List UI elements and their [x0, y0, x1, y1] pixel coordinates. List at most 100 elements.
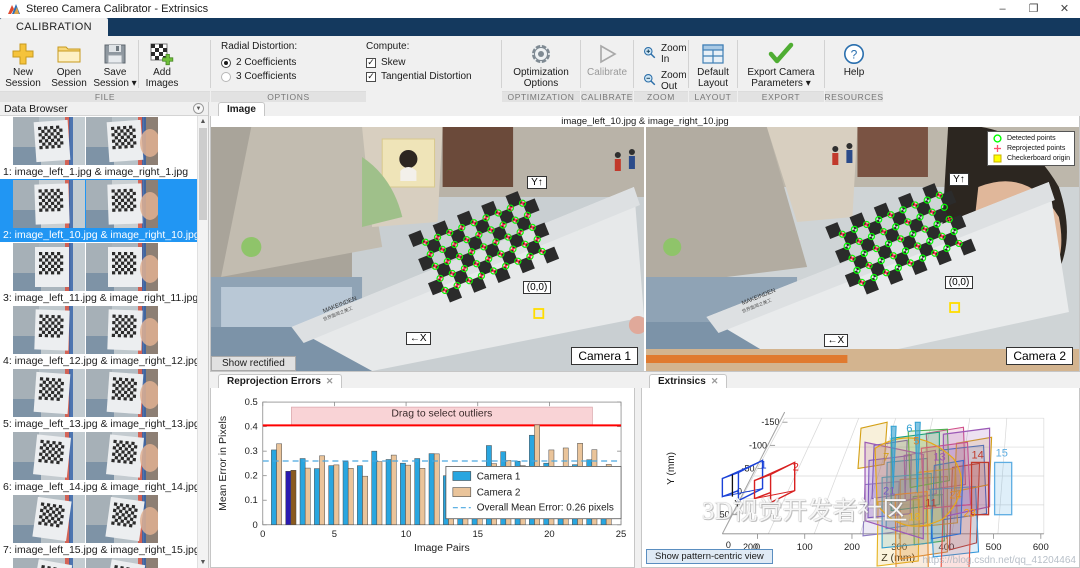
- scrollbar-thumb[interactable]: [199, 128, 207, 220]
- list-item[interactable]: 5: image_left_13.jpg & image_right_13.jp…: [0, 368, 197, 431]
- chevron-down-icon[interactable]: ▼: [193, 103, 204, 114]
- close-button[interactable]: ✕: [1049, 0, 1080, 18]
- radio-2-coefficients[interactable]: 2 Coefficients: [221, 57, 297, 68]
- tab-image[interactable]: Image: [218, 102, 265, 116]
- legend-reprojected-label: Reprojected points: [1006, 145, 1066, 152]
- add-images-icon: [149, 41, 175, 67]
- svg-text:1: 1: [761, 459, 767, 471]
- ribbon-group-layout: Default Layout LAYOUT: [689, 36, 737, 102]
- radio-3-coefficients-label: 3 Coefficients: [236, 71, 297, 82]
- radio-2-coefficients-label: 2 Coefficients: [236, 57, 297, 68]
- thumbnail-image: [13, 117, 85, 165]
- y-axis-tag: Y↑: [527, 175, 547, 189]
- ribbon-group-options-label: OPTIONS: [211, 91, 366, 102]
- close-icon[interactable]: ✕: [711, 376, 719, 387]
- ribbon-group-filler: [883, 36, 1080, 102]
- camera1-tag: Camera 1: [571, 347, 638, 365]
- ribbon-group-optimization: Optimization Options OPTIMIZATION: [502, 36, 580, 102]
- reprojection-chart-canvas[interactable]: 0 0.1 0.2 0.3 0.4 0.5 0 5 10 15 20 25 Image Pairs Mea…: [210, 388, 635, 568]
- svg-text:18: 18: [908, 512, 920, 524]
- radio-on-icon: [221, 57, 231, 68]
- svg-text:0: 0: [253, 520, 258, 531]
- zoom-in-button[interactable]: Zoom In: [640, 42, 690, 66]
- svg-text:5: 5: [913, 435, 919, 447]
- camera2-view[interactable]: MAKEINDEN 世界面简之美工 Y↑ ←X (0,0) Detected p…: [644, 127, 1079, 371]
- maximize-button[interactable]: ❐: [1018, 0, 1049, 18]
- ribbon-toolbar: New Session Open Session Save Session ▾ …: [0, 36, 1080, 111]
- show-pattern-centric-button[interactable]: Show pattern-centric view: [646, 549, 773, 564]
- optimization-options-button[interactable]: Optimization Options: [502, 36, 580, 91]
- browser-scrollbar[interactable]: ▲ ▼: [197, 116, 208, 568]
- extrinsics-canvas[interactable]: -150 -100 -50 0 50 Y (mm) 0 100 200 300 400 500 600 Z…: [641, 388, 1080, 568]
- legend-row-detected: Detected points: [992, 134, 1070, 143]
- compute-group: Compute: ✓ Skew ✓ Tangential Distortion: [366, 41, 472, 91]
- data-browser-panel: Data Browser ▼ 1: image_left_1.jpg & ima…: [0, 102, 209, 568]
- svg-text:5: 5: [332, 529, 337, 540]
- export-camera-parameters-button[interactable]: Export Camera Parameters ▾: [738, 36, 824, 91]
- app-window: Stereo Camera Calibrator - Extrinsics – …: [0, 0, 1080, 568]
- export-camera-parameters-label: Export Camera Parameters ▾: [747, 67, 815, 89]
- save-session-label: Save Session ▾: [93, 67, 137, 89]
- compute-label: Compute:: [366, 41, 410, 52]
- list-item[interactable]: 6: image_left_14.jpg & image_right_14.jp…: [0, 431, 197, 494]
- image-canvas[interactable]: image_left_10.jpg & image_right_10.jpg M…: [210, 116, 1080, 372]
- thumbnail-image: [13, 369, 85, 417]
- thumbnail-image: [13, 243, 85, 291]
- origin-tag: (0,0): [944, 275, 974, 289]
- reprojection-errors-chart[interactable]: 0 0.1 0.2 0.3 0.4 0.5 0 5 10 15 20 25 Image Pairs Mea…: [211, 388, 634, 567]
- gear-icon: [529, 41, 553, 67]
- image-pair-list[interactable]: 1: image_left_1.jpg & image_right_1.jpg 2…: [0, 116, 197, 568]
- new-session-button[interactable]: New Session: [0, 36, 46, 91]
- list-item[interactable]: 1: image_left_1.jpg & image_right_1.jpg: [0, 116, 197, 179]
- list-item[interactable]: 7: image_left_15.jpg & image_right_15.jp…: [0, 494, 197, 557]
- calibrate-button[interactable]: Calibrate: [581, 36, 633, 91]
- tab-reprojection-errors[interactable]: Reprojection Errors ✕: [218, 374, 343, 388]
- list-item[interactable]: 3: image_left_11.jpg & image_right_11.jp…: [0, 242, 197, 305]
- help-button[interactable]: ? Help: [825, 36, 883, 91]
- checkbox-tangential-distortion[interactable]: ✓ Tangential Distortion: [366, 71, 472, 82]
- close-icon[interactable]: ✕: [326, 376, 334, 387]
- save-session-button[interactable]: Save Session ▾: [92, 36, 138, 91]
- list-item[interactable]: 8: image_left_16.jpg & image_right_16.jp…: [0, 557, 197, 568]
- svg-text:500: 500: [986, 542, 1002, 553]
- image-panel: Image image_left_10.jpg & image_right_10…: [210, 102, 1080, 372]
- tab-extrinsics[interactable]: Extrinsics ✕: [649, 374, 728, 388]
- list-item[interactable]: 2: image_left_10.jpg & image_right_10.jp…: [0, 179, 197, 242]
- checkbox-tangential-label: Tangential Distortion: [381, 71, 472, 82]
- ribbon-group-resources: ? Help RESOURCES: [824, 36, 883, 102]
- tab-extrinsics-label: Extrinsics: [658, 376, 706, 387]
- add-images-button[interactable]: Add Images: [139, 36, 185, 91]
- checkbox-skew[interactable]: ✓ Skew: [366, 57, 472, 68]
- open-session-button[interactable]: Open Session: [46, 36, 92, 91]
- svg-text:100: 100: [797, 542, 813, 553]
- image-caption: image_left_10.jpg & image_right_10.jpg: [211, 116, 1079, 127]
- help-label: Help: [843, 67, 865, 78]
- zoom-out-button[interactable]: Zoom Out: [640, 69, 690, 93]
- scroll-up-arrow-icon[interactable]: ▲: [198, 116, 208, 127]
- legend-row-origin: Checkerboard origin: [992, 154, 1070, 163]
- svg-text:0.4: 0.4: [245, 422, 258, 433]
- minimize-button[interactable]: –: [987, 0, 1018, 18]
- ribbon-group-zoom-label: ZOOM: [634, 91, 688, 102]
- default-layout-button[interactable]: Default Layout: [689, 36, 737, 91]
- camera1-view[interactable]: MAKEINDEN 世界面简之美工 Y↑ ←X (0,0) Show recti…: [211, 127, 644, 371]
- svg-text:200: 200: [844, 542, 860, 553]
- pair-thumbnails: [0, 305, 197, 355]
- x-axis-tag: ←X: [405, 331, 431, 345]
- svg-text:Camera 1: Camera 1: [477, 471, 521, 482]
- tab-calibration[interactable]: CALIBRATION: [0, 18, 108, 36]
- extrinsics-3d-plot[interactable]: -150-100-50050Y (mm)0 100 200 300 400 500 600Z…: [642, 388, 1079, 567]
- svg-text:?: ?: [851, 48, 858, 62]
- svg-text:0.2: 0.2: [245, 471, 258, 482]
- thumbnail-image: [86, 117, 158, 165]
- radial-distortion-group: Radial Distortion: 2 Coefficients 3 Coef…: [221, 41, 297, 91]
- ribbon-group-calibrate-label: CALIBRATE: [581, 91, 634, 102]
- scroll-down-arrow-icon[interactable]: ▼: [198, 557, 208, 568]
- svg-text:25: 25: [616, 529, 627, 540]
- thumbnail-image: [86, 432, 158, 480]
- image-panel-tabbar: Image: [210, 102, 1080, 116]
- radio-3-coefficients[interactable]: 3 Coefficients: [221, 71, 297, 82]
- show-rectified-button[interactable]: Show rectified: [211, 356, 296, 371]
- list-item[interactable]: 4: image_left_12.jpg & image_right_12.jp…: [0, 305, 197, 368]
- list-item-label: 7: image_left_15.jpg & image_right_15.jp…: [3, 544, 197, 556]
